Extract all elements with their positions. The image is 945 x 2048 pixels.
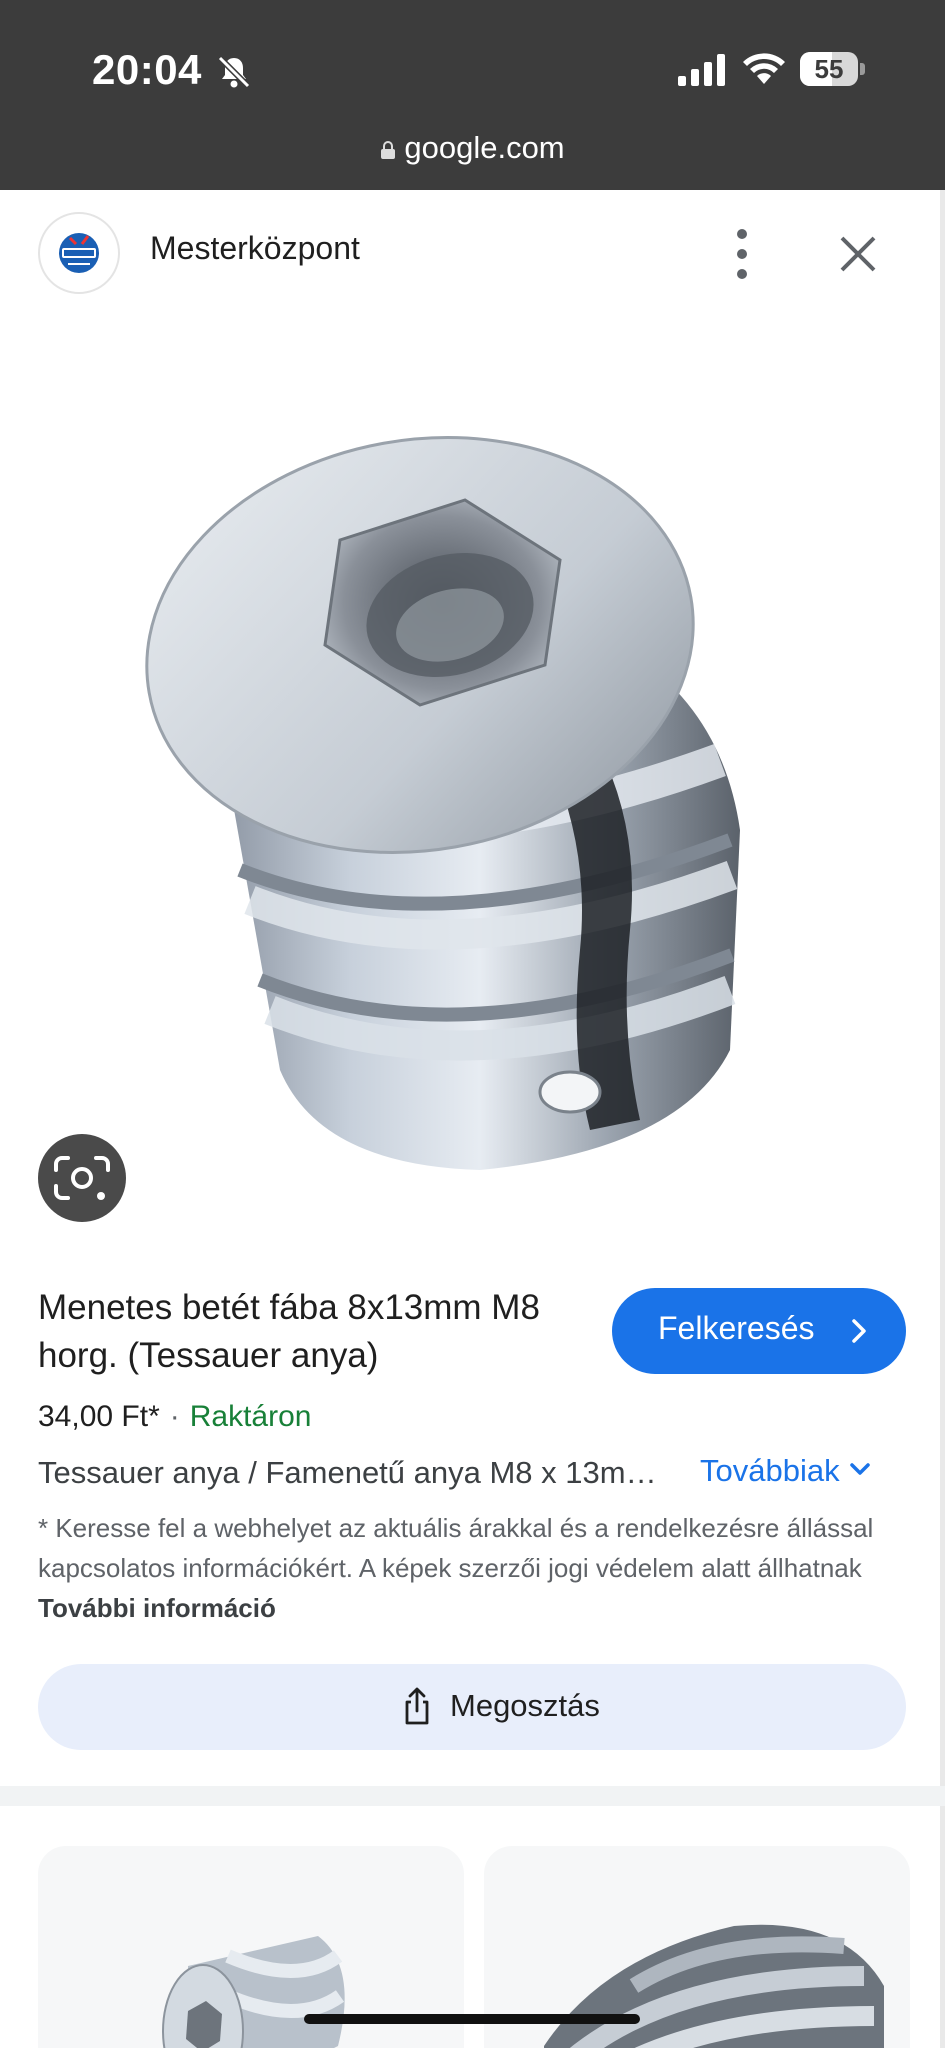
share-button[interactable]: Megosztás bbox=[38, 1664, 906, 1750]
close-icon[interactable] bbox=[834, 230, 882, 278]
product-image[interactable] bbox=[120, 430, 780, 1190]
product-title[interactable]: Menetes betét fába 8x13mm M8 horg. (Tess… bbox=[38, 1284, 598, 1380]
bell-slash-icon bbox=[217, 55, 251, 89]
share-button-label: Megosztás bbox=[450, 1688, 600, 1723]
disclaimer: * Keresse fel a webhelyet az aktuális ár… bbox=[38, 1508, 908, 1628]
price: 34,00 Ft* bbox=[38, 1400, 160, 1433]
site-logo[interactable] bbox=[38, 212, 120, 294]
description-row: Tessauer anya / Famenetű anya M8 x 13mm,… bbox=[38, 1453, 908, 1499]
battery-icon: 55 bbox=[800, 52, 866, 86]
site-logo-icon bbox=[59, 233, 99, 273]
url-bar[interactable]: google.com bbox=[0, 130, 945, 176]
signal-icon bbox=[678, 54, 725, 86]
home-indicator[interactable] bbox=[304, 2014, 640, 2024]
separator: · bbox=[169, 1400, 180, 1433]
chevron-right-icon bbox=[852, 1319, 866, 1343]
result-header: Mesterközpont bbox=[0, 190, 945, 314]
status-bar: 20:04 55 google.com bbox=[0, 0, 945, 190]
visit-button-label: Felkeresés bbox=[658, 1310, 815, 1346]
disclaimer-text: * Keresse fel a webhelyet az aktuális ár… bbox=[38, 1513, 874, 1583]
section-divider bbox=[0, 1786, 945, 1806]
site-name[interactable]: Mesterközpont bbox=[150, 230, 360, 267]
lock-icon bbox=[381, 141, 396, 159]
status-time: 20:04 bbox=[92, 46, 202, 93]
visit-button[interactable]: Felkeresés bbox=[612, 1288, 906, 1374]
more-info-link[interactable]: További információ bbox=[38, 1593, 276, 1623]
battery-level: 55 bbox=[814, 54, 844, 84]
share-icon bbox=[405, 1687, 429, 1725]
google-lens-icon bbox=[54, 1156, 110, 1200]
scroll-edge bbox=[940, 190, 945, 2048]
product-description: Tessauer anya / Famenetű anya M8 x 13mm,… bbox=[38, 1455, 678, 1490]
url-domain: google.com bbox=[404, 130, 565, 165]
more-vert-icon[interactable] bbox=[722, 226, 762, 282]
chevron-down-icon bbox=[849, 1463, 870, 1475]
more-link[interactable]: Továbbiak bbox=[700, 1453, 872, 1489]
wifi-icon bbox=[743, 53, 785, 84]
more-link-label: Továbbiak bbox=[700, 1453, 840, 1488]
google-lens-button[interactable] bbox=[38, 1134, 126, 1222]
price-line: 34,00 Ft* · Raktáron bbox=[38, 1400, 311, 1434]
stock-status: Raktáron bbox=[189, 1400, 312, 1433]
